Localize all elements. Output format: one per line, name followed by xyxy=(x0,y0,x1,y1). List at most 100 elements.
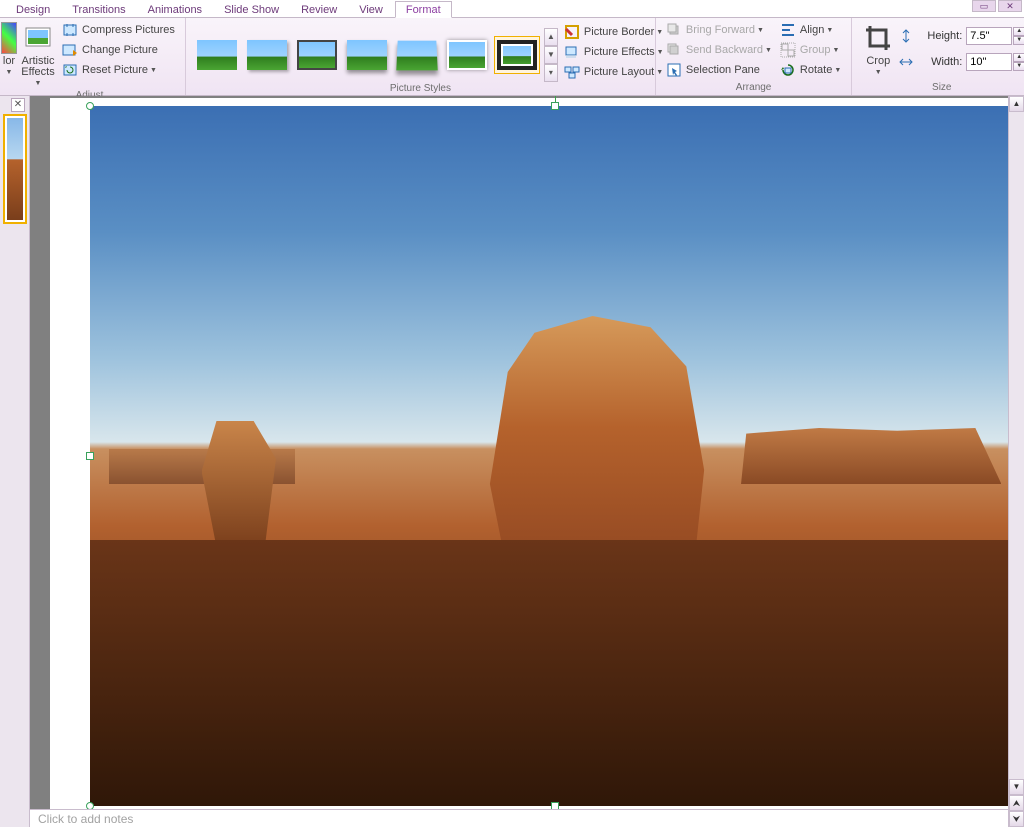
group-size: Crop ▼ Height: ▲ ▼ Width: xyxy=(852,18,1024,95)
tab-slideshow[interactable]: Slide Show xyxy=(214,2,289,17)
scroll-down[interactable]: ▼ xyxy=(1009,779,1024,795)
picture-content xyxy=(90,106,1008,806)
style-thumb-6[interactable] xyxy=(444,36,490,74)
color-button[interactable]: lor ▼ xyxy=(0,20,18,78)
compress-icon xyxy=(62,22,78,38)
group-btn-label: Group xyxy=(800,44,831,56)
align-button[interactable]: Align ▼ xyxy=(776,20,845,40)
workspace: ✕ xyxy=(0,96,1024,827)
tab-transitions[interactable]: Transitions xyxy=(62,2,135,17)
compress-label: Compress Pictures xyxy=(82,24,175,36)
picture-border-icon xyxy=(564,24,580,40)
tab-strip: Design Transitions Animations Slide Show… xyxy=(0,0,1024,18)
slide-thumbnail-1[interactable] xyxy=(3,114,27,224)
group-arrange: Bring Forward ▼ Send Backward ▼ Selectio… xyxy=(656,18,852,95)
picture-effects-icon xyxy=(564,44,580,60)
slide-canvas xyxy=(50,98,1008,810)
slide-editor[interactable] xyxy=(30,96,1008,827)
resize-handle-l[interactable] xyxy=(86,452,94,460)
picture-border-button[interactable]: Picture Border ▼ xyxy=(560,22,668,42)
tab-view[interactable]: View xyxy=(349,2,393,17)
height-icon xyxy=(898,28,914,44)
style-thumb-1[interactable] xyxy=(194,36,240,74)
width-row: Width: ▲ ▼ xyxy=(898,52,1024,72)
reset-picture-button[interactable]: Reset Picture ▼ xyxy=(58,60,179,80)
ribbon: lor ▼ Artistic Effects ▼ Compress Pictur… xyxy=(0,18,1024,96)
chevron-down-icon: ▼ xyxy=(757,27,764,34)
resize-handle-t[interactable] xyxy=(551,102,559,110)
width-spinner: ▲ ▼ xyxy=(1013,53,1024,71)
style-thumb-4[interactable] xyxy=(344,36,390,74)
width-label: Width: xyxy=(918,56,962,68)
scroll-track[interactable] xyxy=(1009,112,1024,779)
notes-placeholder[interactable]: Click to add notes xyxy=(30,809,1008,827)
style-thumb-5[interactable] xyxy=(394,36,440,74)
compress-pictures-button[interactable]: Compress Pictures xyxy=(58,20,179,40)
width-input[interactable] xyxy=(966,53,1012,71)
selected-picture[interactable] xyxy=(90,106,1008,806)
send-backward-button[interactable]: Send Backward ▼ xyxy=(662,40,776,60)
resize-handle-tl[interactable] xyxy=(86,102,94,110)
group-icon xyxy=(780,42,796,58)
height-spin-up[interactable]: ▲ xyxy=(1013,27,1024,36)
group-label-picture-styles: Picture Styles xyxy=(192,82,649,96)
rotate-label: Rotate xyxy=(800,64,832,76)
selection-pane-button[interactable]: Selection Pane xyxy=(662,60,776,80)
window-close-button[interactable]: ✕ xyxy=(998,0,1022,12)
reset-picture-label: Reset Picture xyxy=(82,64,148,76)
width-spin-down[interactable]: ▼ xyxy=(1013,62,1024,71)
gallery-scroll-down[interactable]: ▼ xyxy=(544,46,558,64)
tab-review[interactable]: Review xyxy=(291,2,347,17)
crop-label: Crop xyxy=(866,56,890,67)
tab-animations[interactable]: Animations xyxy=(138,2,212,17)
send-backward-icon xyxy=(666,42,682,58)
group-button[interactable]: Group ▼ xyxy=(776,40,845,60)
reset-picture-icon xyxy=(62,62,78,78)
height-spinner: ▲ ▼ xyxy=(1013,27,1024,45)
tab-format[interactable]: Format xyxy=(395,1,452,18)
tab-design[interactable]: Design xyxy=(6,2,60,17)
style-thumb-2[interactable] xyxy=(244,36,290,74)
chevron-down-icon: ▼ xyxy=(150,67,157,74)
bring-forward-icon xyxy=(666,22,682,38)
chevron-down-icon: ▼ xyxy=(832,47,839,54)
chevron-down-icon: ▼ xyxy=(826,27,833,34)
gallery-scroll-up[interactable]: ▲ xyxy=(544,28,558,46)
next-slide-button[interactable]: ⮟ xyxy=(1009,811,1024,827)
window-controls: ▭ ✕ xyxy=(972,0,1022,12)
window-restore-button[interactable]: ▭ xyxy=(972,0,996,12)
gallery-more-button[interactable]: ▾ xyxy=(544,64,558,82)
height-spin-down[interactable]: ▼ xyxy=(1013,36,1024,45)
picture-layout-button[interactable]: Picture Layout ▼ xyxy=(560,62,668,82)
change-picture-button[interactable]: Change Picture xyxy=(58,40,179,60)
change-picture-label: Change Picture xyxy=(82,44,158,56)
rotate-button[interactable]: Rotate ▼ xyxy=(776,60,845,80)
group-label-arrange: Arrange xyxy=(662,81,845,95)
selection-pane-icon xyxy=(666,62,682,78)
chevron-down-icon: ▼ xyxy=(6,67,13,78)
style-thumb-7-selected[interactable] xyxy=(494,36,540,74)
change-picture-icon xyxy=(62,42,78,58)
crop-button[interactable]: Crop ▼ xyxy=(858,20,898,78)
height-input[interactable] xyxy=(966,27,1012,45)
chevron-down-icon: ▼ xyxy=(765,47,772,54)
artistic-effects-button[interactable]: Artistic Effects ▼ xyxy=(18,20,58,89)
height-label: Height: xyxy=(918,30,962,42)
vertical-scrollbar: ▲ ▼ ⮝ ⮟ xyxy=(1008,96,1024,827)
color-label: lor xyxy=(3,56,15,67)
align-label: Align xyxy=(800,24,824,36)
thumbnail-panel-close[interactable]: ✕ xyxy=(11,98,25,112)
width-icon xyxy=(898,54,914,70)
bring-forward-button[interactable]: Bring Forward ▼ xyxy=(662,20,776,40)
picture-layout-label: Picture Layout xyxy=(584,66,654,78)
chevron-down-icon: ▼ xyxy=(35,78,42,89)
style-thumb-3[interactable] xyxy=(294,36,340,74)
width-spin-up[interactable]: ▲ xyxy=(1013,53,1024,62)
artistic-effects-label: Artistic Effects xyxy=(20,56,56,78)
prev-slide-button[interactable]: ⮝ xyxy=(1009,795,1024,811)
chevron-down-icon: ▼ xyxy=(875,67,882,78)
selection-pane-label: Selection Pane xyxy=(686,64,760,76)
picture-styles-gallery: ▲ ▼ ▾ xyxy=(192,20,560,82)
scroll-up[interactable]: ▲ xyxy=(1009,96,1024,112)
picture-effects-button[interactable]: Picture Effects ▼ xyxy=(560,42,668,62)
